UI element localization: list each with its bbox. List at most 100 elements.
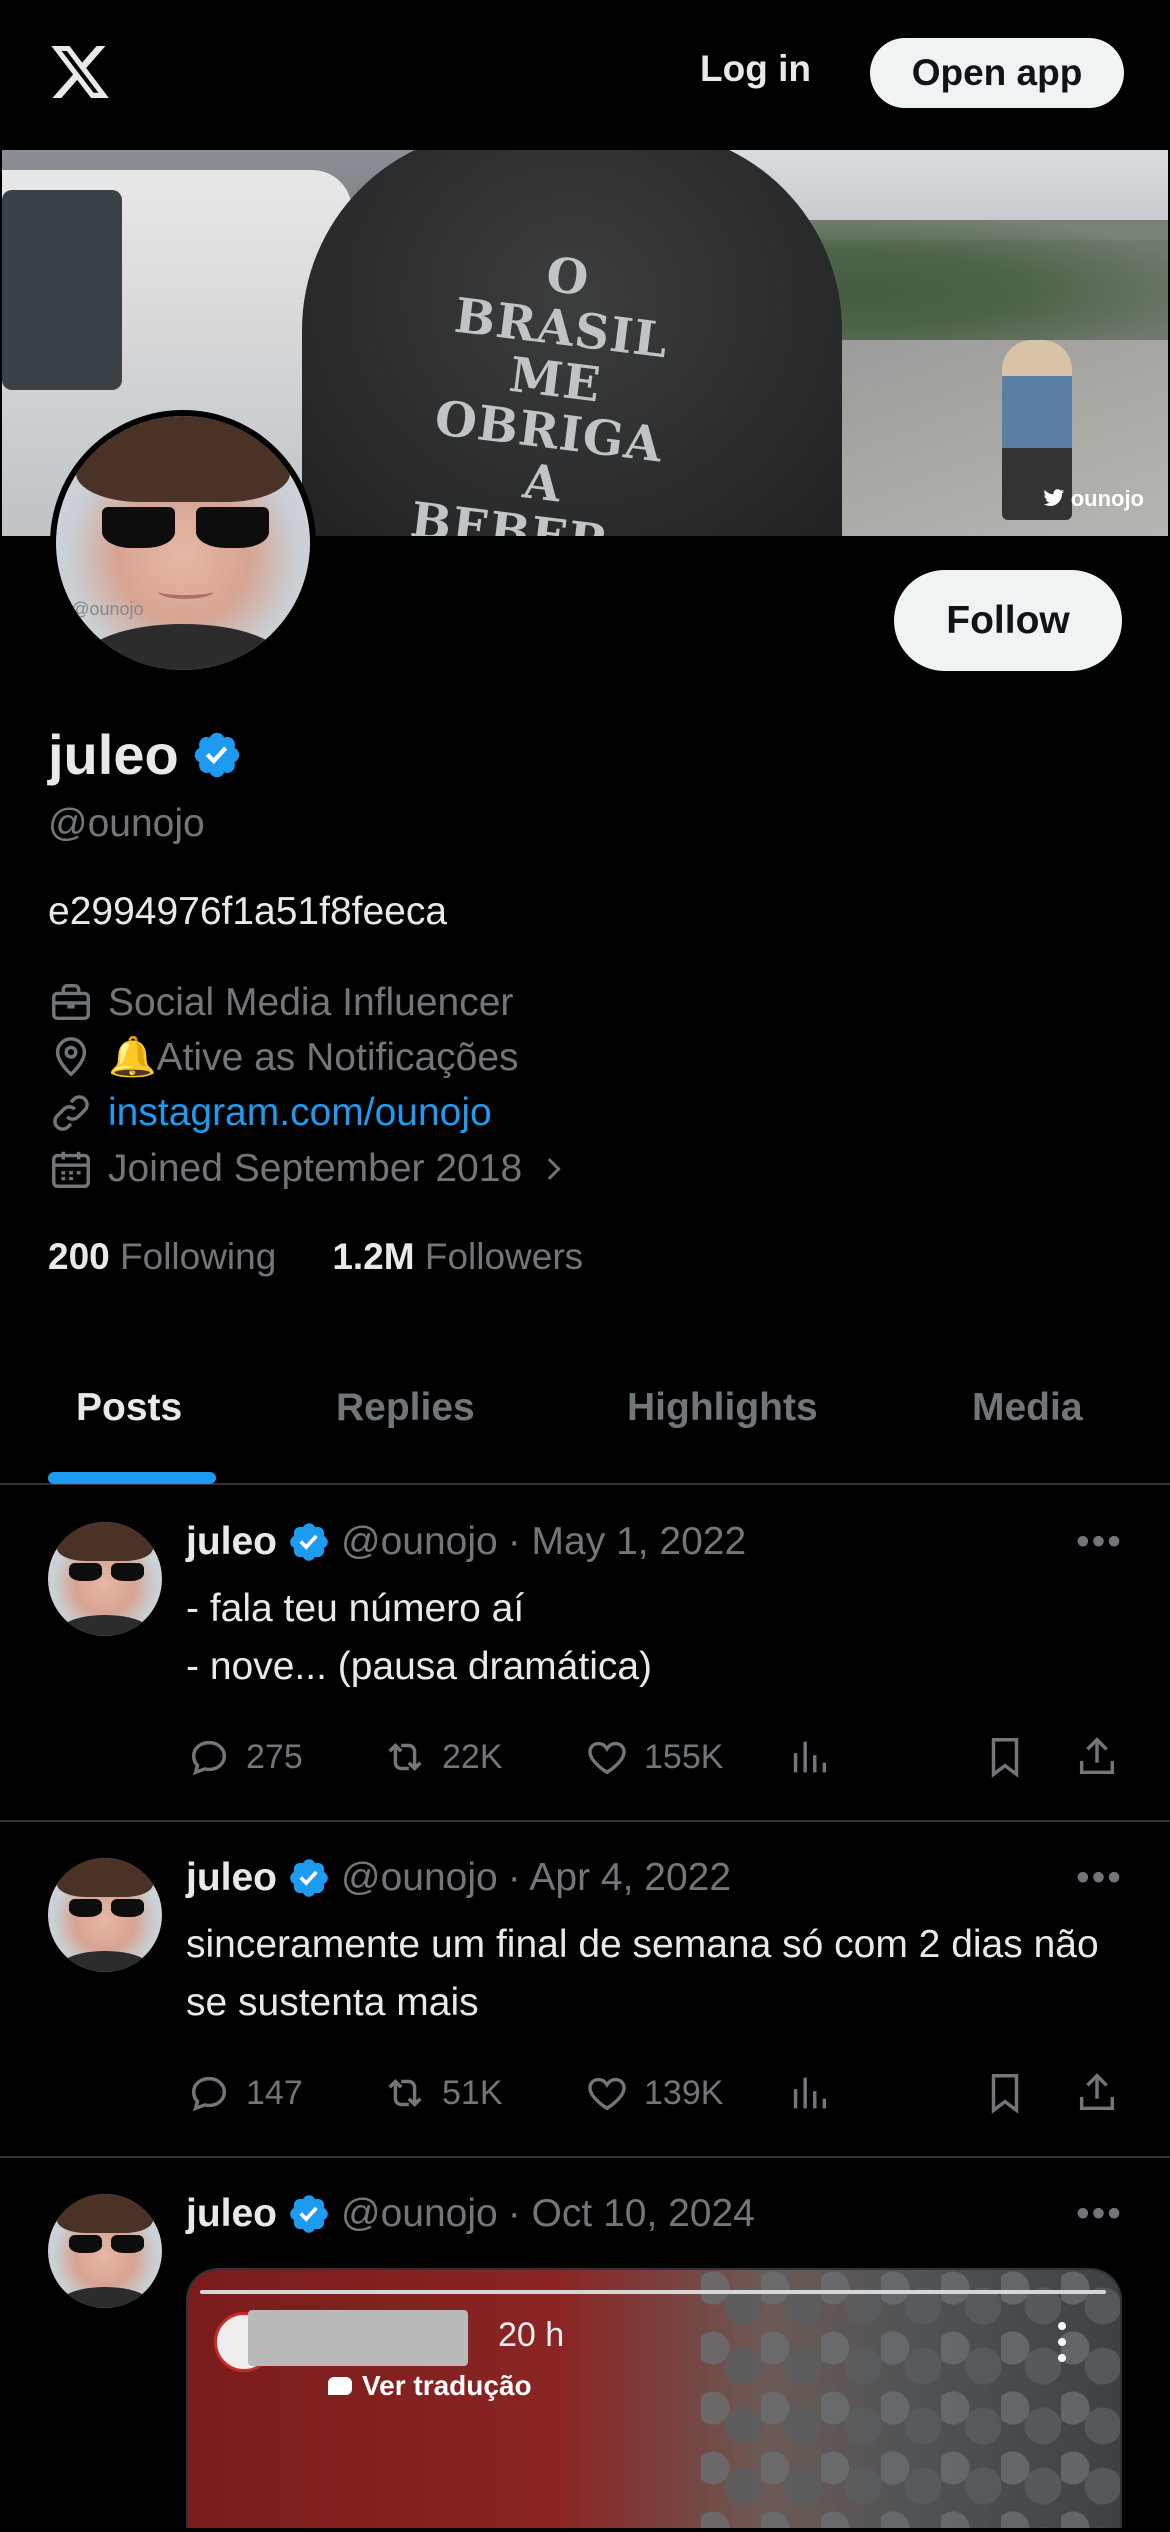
media-timestamp: 20 h [498,2316,565,2354]
briefcase-icon [52,984,90,1021]
profile-joined: Joined September 2018 [108,1147,523,1190]
like-count: 155K [644,1737,724,1776]
media-translate-caption: Ver tradução [328,2370,532,2402]
post-actions: 275 22K 155K [186,1734,1126,1784]
speech-bubble-icon [328,2377,352,2395]
tab-media[interactable]: Media [972,1386,1083,1430]
bookmark-button[interactable] [982,2070,1028,2116]
post-item[interactable]: juleo @ounojo · May 1, 2022 ••• - fala t… [0,1486,1170,1822]
post-text: - fala teu número aí - nove... (pausa dr… [186,1587,653,1688]
tab-replies[interactable]: Replies [336,1386,475,1430]
follow-button[interactable]: Follow [894,570,1122,671]
post-item[interactable]: juleo @ounojo · Apr 4, 2022 ••• sinceram… [0,1822,1170,2158]
profile-category-row: Social Media Influencer [48,980,513,1026]
avatar-tag: @ounojo [71,598,144,619]
verified-badge-icon [290,1859,328,1897]
views-button[interactable] [786,1734,832,1780]
followers-count: 1.2M [332,1236,415,1277]
reply-button[interactable]: 275 [186,1734,303,1780]
more-options-icon[interactable]: ••• [1076,1856,1123,1900]
media-progress-bar [200,2290,1106,2294]
top-bar: Log in Open app [0,0,1170,150]
banner-shirt-text: O BRASIL ME OBRIGA A BEBER... [407,246,672,536]
x-logo-icon[interactable] [48,40,112,104]
repost-icon [388,2079,422,2107]
post-date[interactable]: · May 1, 2022 [508,1520,746,1564]
followers-label: Followers [424,1236,584,1277]
like-button[interactable]: 155K [584,1734,723,1780]
banner-watermark: ounojo [1043,486,1144,512]
profile-avatar[interactable]: @ounojo [50,410,316,676]
location-pin-icon [55,1037,87,1077]
share-button[interactable] [1074,2070,1120,2116]
post-text: sinceramente um final de semana só com 2… [186,1923,1099,2024]
post-item[interactable]: juleo @ounojo · Oct 10, 2024 ••• 20 h Ve… [0,2158,1170,2532]
post-author-name[interactable]: juleo [186,1856,277,1900]
post-author-name[interactable]: juleo [186,2192,277,2236]
media-kebab-icon [1058,2322,1068,2370]
reply-count: 275 [246,1737,303,1776]
post-header: juleo @ounojo · Oct 10, 2024 [186,2192,755,2236]
share-button[interactable] [1074,1734,1120,1780]
more-options-icon[interactable]: ••• [1076,2192,1123,2236]
avatar-photo: @ounojo [56,416,310,670]
post-date[interactable]: · Apr 4, 2022 [508,1856,731,1900]
repost-icon [388,1743,422,1771]
post-avatar[interactable] [48,1858,162,1972]
followers-stat[interactable]: 1.2M Followers [332,1236,583,1278]
media-cobblestones [700,2270,1120,2528]
profile-bio: e2994976f1a51f8feeca [48,890,448,933]
login-link[interactable]: Log in [700,48,811,90]
like-button[interactable]: 139K [584,2070,723,2116]
reply-button[interactable]: 147 [186,2070,303,2116]
tab-posts[interactable]: Posts [76,1386,182,1430]
heart-icon [588,1741,626,1775]
repost-button[interactable]: 51K [382,2070,503,2116]
share-icon [1079,1737,1115,1775]
post-actions: 147 51K 139K [186,2070,1126,2120]
media-redacted-name [248,2310,468,2366]
post-author-handle[interactable]: @ounojo [341,1520,498,1564]
following-label: Following [120,1236,277,1277]
verified-badge-icon [290,1523,328,1561]
post-author-handle[interactable]: @ounojo [341,1856,498,1900]
post-author-name[interactable]: juleo [186,1520,277,1564]
views-button[interactable] [786,2070,832,2116]
profile-website-link[interactable]: instagram.com/ounojo [108,1091,492,1135]
profile-name-row: juleo [48,722,243,787]
profile-website-row: instagram.com/ounojo [48,1090,492,1136]
link-icon [53,1095,89,1131]
tab-highlights[interactable]: Highlights [627,1386,818,1430]
bird-icon [1043,489,1064,506]
reply-count: 147 [246,2073,303,2112]
share-icon [1079,2073,1115,2111]
views-chart-icon [793,2077,827,2109]
repost-count: 51K [442,2073,503,2112]
calendar-icon [52,1151,90,1188]
bookmark-button[interactable] [982,1734,1028,1780]
post-date[interactable]: · Oct 10, 2024 [508,2192,755,2236]
reply-icon [191,2076,227,2112]
post-avatar[interactable] [48,2194,162,2308]
post-avatar[interactable] [48,1522,162,1636]
more-options-icon[interactable]: ••• [1076,1520,1123,1564]
open-app-button[interactable]: Open app [870,38,1124,108]
profile-handle: @ounojo [48,802,205,845]
post-author-handle[interactable]: @ounojo [341,2192,498,2236]
post-media[interactable]: 20 h Ver tradução [186,2268,1122,2528]
following-stat[interactable]: 200 Following [48,1236,276,1278]
repost-count: 22K [442,1737,503,1776]
sunglasses [101,507,270,549]
like-count: 139K [644,2073,724,2112]
bookmark-icon [991,1738,1019,1778]
profile-joined-row[interactable]: Joined September 2018 [48,1146,570,1192]
verified-badge-icon[interactable] [191,729,243,781]
views-chart-icon [793,1741,827,1773]
post-header: juleo @ounojo · May 1, 2022 [186,1520,746,1564]
verified-badge-icon [290,2195,328,2233]
heart-icon [588,2077,626,2111]
repost-button[interactable]: 22K [382,1734,503,1780]
banner-watermark-text: ounojo [1070,486,1144,511]
active-tab-indicator [48,1472,216,1484]
following-count: 200 [48,1236,110,1277]
